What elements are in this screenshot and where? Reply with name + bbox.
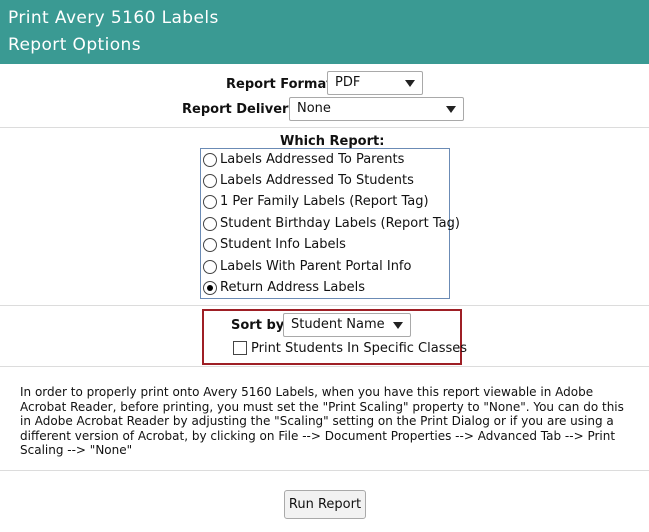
divider	[0, 366, 649, 367]
radio-option-label: Student Info Labels	[220, 237, 346, 252]
radio-button[interactable]	[203, 259, 217, 274]
radio-option-students[interactable]: Labels Addressed To Students	[203, 170, 414, 191]
radio-option-birthday[interactable]: Student Birthday Labels (Report Tag)	[203, 213, 460, 234]
page-header: Print Avery 5160 Labels Report Options	[0, 0, 649, 64]
radio-option-student-info[interactable]: Student Info Labels	[203, 234, 346, 255]
radio-button-selected[interactable]	[203, 280, 217, 295]
radio-button[interactable]	[203, 237, 217, 252]
radio-option-label: Labels Addressed To Students	[220, 173, 414, 188]
which-report-radio-group: Labels Addressed To Parents Labels Addre…	[200, 148, 460, 299]
report-delivery-value: None	[297, 101, 331, 116]
report-subtitle: Report Options	[8, 35, 141, 55]
report-format-value: PDF	[335, 75, 361, 90]
sort-by-label: Sort by:	[231, 318, 290, 333]
radio-option-parents[interactable]: Labels Addressed To Parents	[203, 149, 404, 170]
radio-button[interactable]	[203, 173, 217, 188]
chevron-down-icon	[405, 80, 415, 87]
specific-classes-label: Print Students In Specific Classes	[251, 341, 468, 356]
radio-option-label: 1 Per Family Labels (Report Tag)	[220, 194, 429, 209]
report-delivery-select[interactable]: None	[289, 97, 464, 121]
radio-option-label: Labels With Parent Portal Info	[220, 259, 412, 274]
radio-button[interactable]	[203, 152, 217, 167]
radio-option-parent-portal[interactable]: Labels With Parent Portal Info	[203, 256, 411, 277]
report-title: Print Avery 5160 Labels	[8, 8, 219, 28]
report-format-select[interactable]: PDF	[327, 71, 423, 95]
print-scaling-note: In order to properly print onto Avery 51…	[20, 385, 624, 457]
specific-classes-checkbox[interactable]	[233, 341, 247, 355]
radio-option-label: Student Birthday Labels (Report Tag)	[220, 216, 460, 231]
run-report-button[interactable]: Run Report	[284, 490, 366, 519]
radio-option-return-address[interactable]: Return Address Labels	[203, 277, 365, 298]
divider	[0, 127, 649, 128]
sort-by-value: Student Name	[291, 317, 385, 332]
radio-option-label: Labels Addressed To Parents	[220, 152, 405, 167]
chevron-down-icon	[446, 106, 456, 113]
divider	[0, 305, 649, 306]
chevron-down-icon	[393, 322, 403, 329]
radio-option-label: Return Address Labels	[220, 280, 366, 295]
radio-button[interactable]	[203, 194, 217, 209]
sort-by-select[interactable]: Student Name	[283, 313, 411, 337]
divider	[0, 470, 649, 471]
report-delivery-label: Report Delivery:	[182, 102, 303, 117]
report-format-label: Report Format:	[226, 77, 338, 92]
radio-option-per-family[interactable]: 1 Per Family Labels (Report Tag)	[203, 191, 429, 212]
radio-button[interactable]	[203, 216, 217, 231]
which-report-label: Which Report:	[280, 134, 385, 149]
